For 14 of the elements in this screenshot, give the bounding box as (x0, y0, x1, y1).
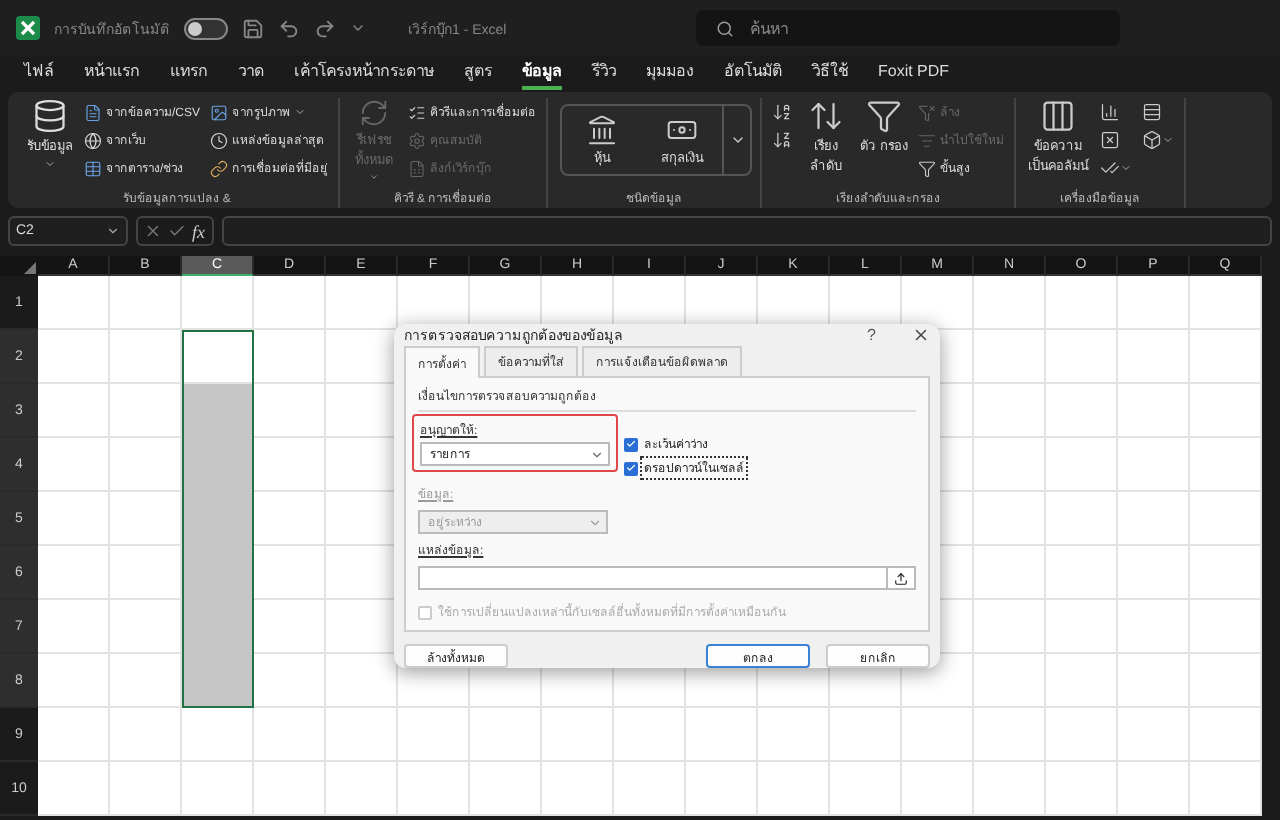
ribbon-tab[interactable]: Foxit PDF (878, 62, 950, 86)
search-field[interactable]: ค้นหา (696, 10, 1120, 46)
ribbon-tab[interactable]: ไฟล์ (24, 58, 54, 90)
ribbon-tab[interactable]: หน้าแรก (84, 58, 140, 90)
ribbon-tab[interactable]: สูตร (464, 58, 492, 90)
ribbon-tab[interactable]: แทรก (170, 58, 208, 90)
insert-function-button[interactable]: fx (192, 221, 205, 241)
ribbon-tab[interactable]: วิธีใช้ (812, 58, 848, 90)
ribbon-tab[interactable]: อัตโนมัติ (724, 58, 782, 90)
ribbon-tab[interactable]: มุมมอง (646, 58, 694, 90)
ribbon-tab[interactable]: วาด (238, 58, 264, 90)
ribbon-tab[interactable]: รีวิว (592, 58, 616, 90)
ribbon-tab[interactable]: เค้าโครงหน้ากระดาษ (294, 58, 434, 90)
help-button[interactable]: ? (867, 326, 876, 344)
